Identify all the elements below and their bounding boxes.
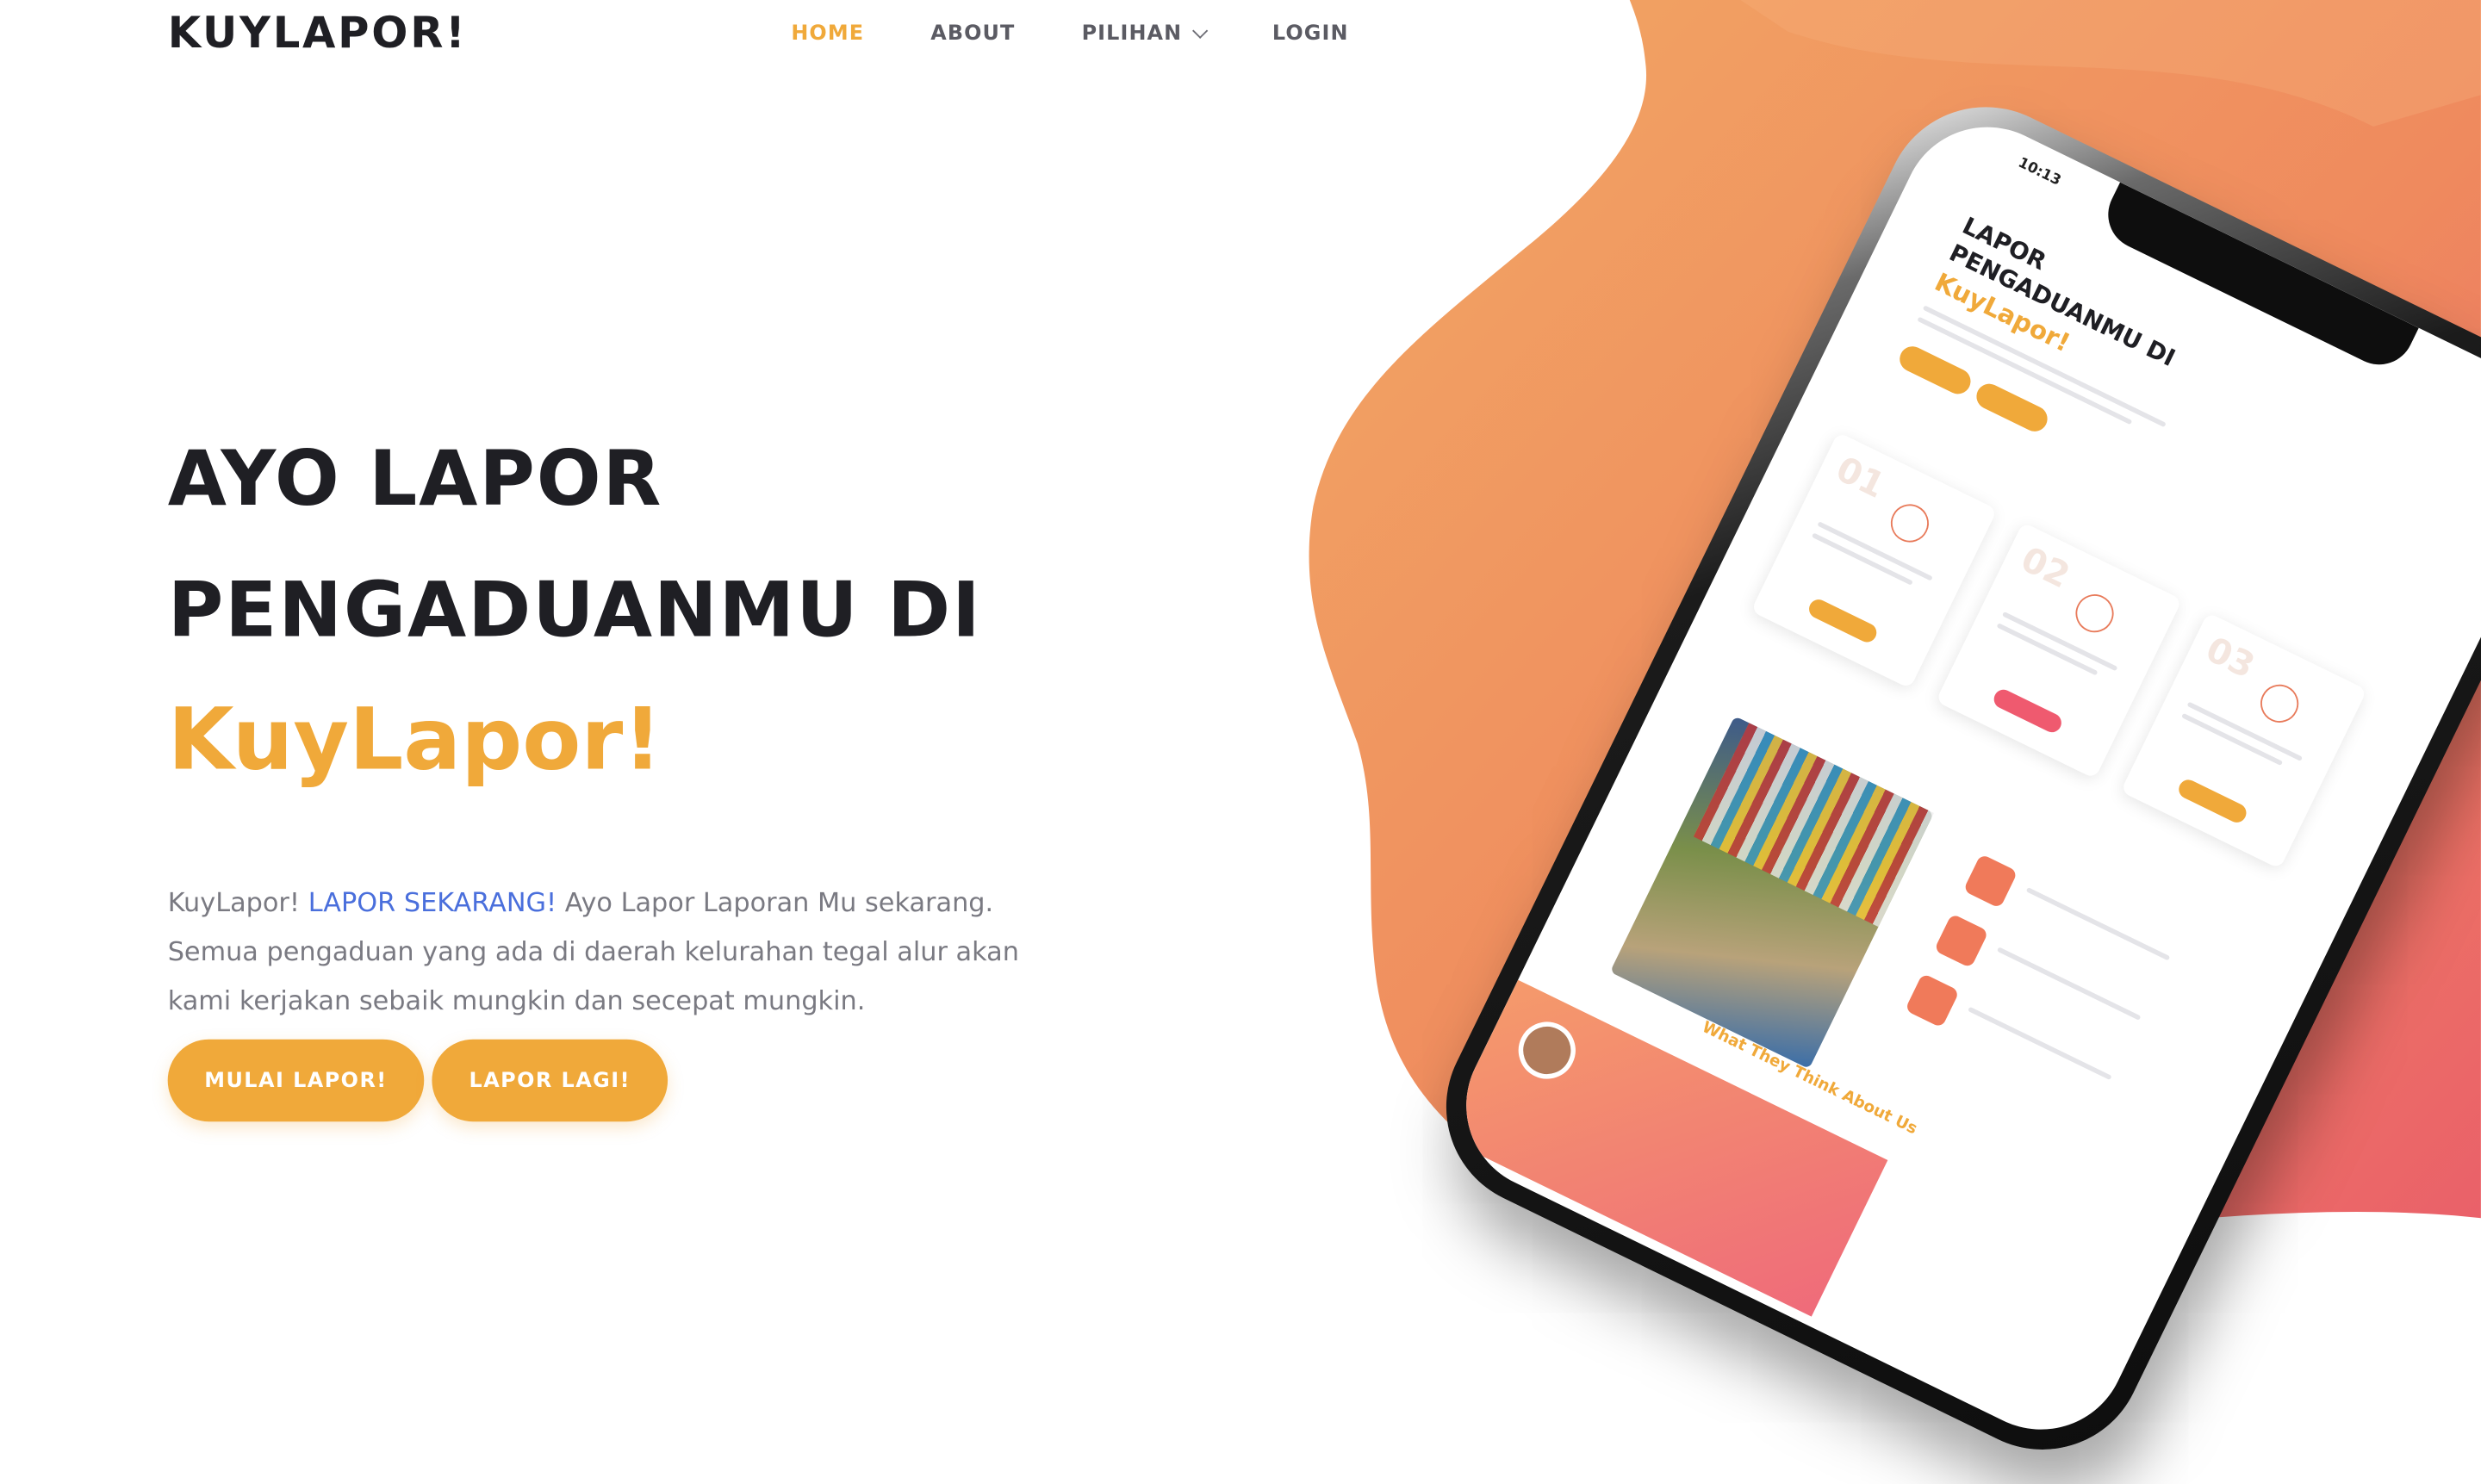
- marketing-icon: [1884, 498, 1936, 549]
- phone-text-line: [1968, 1006, 2112, 1081]
- hero-heading-line-1: AYO LAPOR: [167, 435, 663, 524]
- main-nav: HOME ABOUT PILIHAN LOGIN: [791, 22, 1415, 47]
- phone-card-number: 02: [2014, 540, 2075, 598]
- phone-cta-button: [1972, 379, 2052, 436]
- chevron-down-icon: [1192, 22, 1209, 39]
- phone-cta-button: [1895, 342, 1975, 399]
- mulai-lapor-button[interactable]: MULAI LAPOR!: [167, 1039, 425, 1122]
- phone-feature-icon: [1904, 972, 1960, 1028]
- phone-text-line: [1996, 947, 2142, 1021]
- phone-card-button: [2175, 776, 2250, 826]
- phone-text-line: [2025, 886, 2171, 961]
- hero-description: KuyLapor! LAPOR SEKARANG! Ayo Lapor Lapo…: [168, 877, 1054, 1024]
- phone-card-button: [1990, 686, 2065, 736]
- phone-card-number: 03: [2198, 630, 2260, 688]
- phone-status-time: 10:13: [2015, 155, 2063, 190]
- web-design-icon: [2069, 587, 2120, 639]
- unique-design-icon: [2254, 678, 2305, 730]
- phone-feature-icon: [1962, 854, 2018, 909]
- nav-pilihan-label: PILIHAN: [1081, 22, 1183, 47]
- nav-home[interactable]: HOME: [791, 22, 864, 47]
- site-logo[interactable]: KUYLAPOR!: [168, 9, 468, 59]
- hero-heading-line-2: PENGADUANMU DI: [167, 566, 982, 655]
- phone-card-number: 01: [1829, 450, 1891, 507]
- page: KUYLAPOR! HOME ABOUT PILIHAN LOGIN AYO L…: [0, 0, 2481, 1484]
- phone-card-button: [1806, 596, 1880, 646]
- nav-about[interactable]: ABOUT: [930, 22, 1015, 47]
- hero-heading-brand: KuyLapor!: [167, 689, 662, 790]
- phone-testimonial-accent: About Us: [1838, 1087, 1920, 1139]
- lapor-lagi-button[interactable]: LAPOR LAGI!: [432, 1039, 668, 1122]
- hero-description-prefix: KuyLapor!: [167, 886, 308, 917]
- phone-feature-card: 03: [2120, 612, 2367, 870]
- nav-pilihan[interactable]: PILIHAN: [1081, 22, 1209, 47]
- phone-feature-icon: [1933, 913, 1989, 969]
- nav-login[interactable]: LOGIN: [1272, 22, 1349, 47]
- lapor-sekarang-link[interactable]: LAPOR SEKARANG!: [308, 886, 557, 916]
